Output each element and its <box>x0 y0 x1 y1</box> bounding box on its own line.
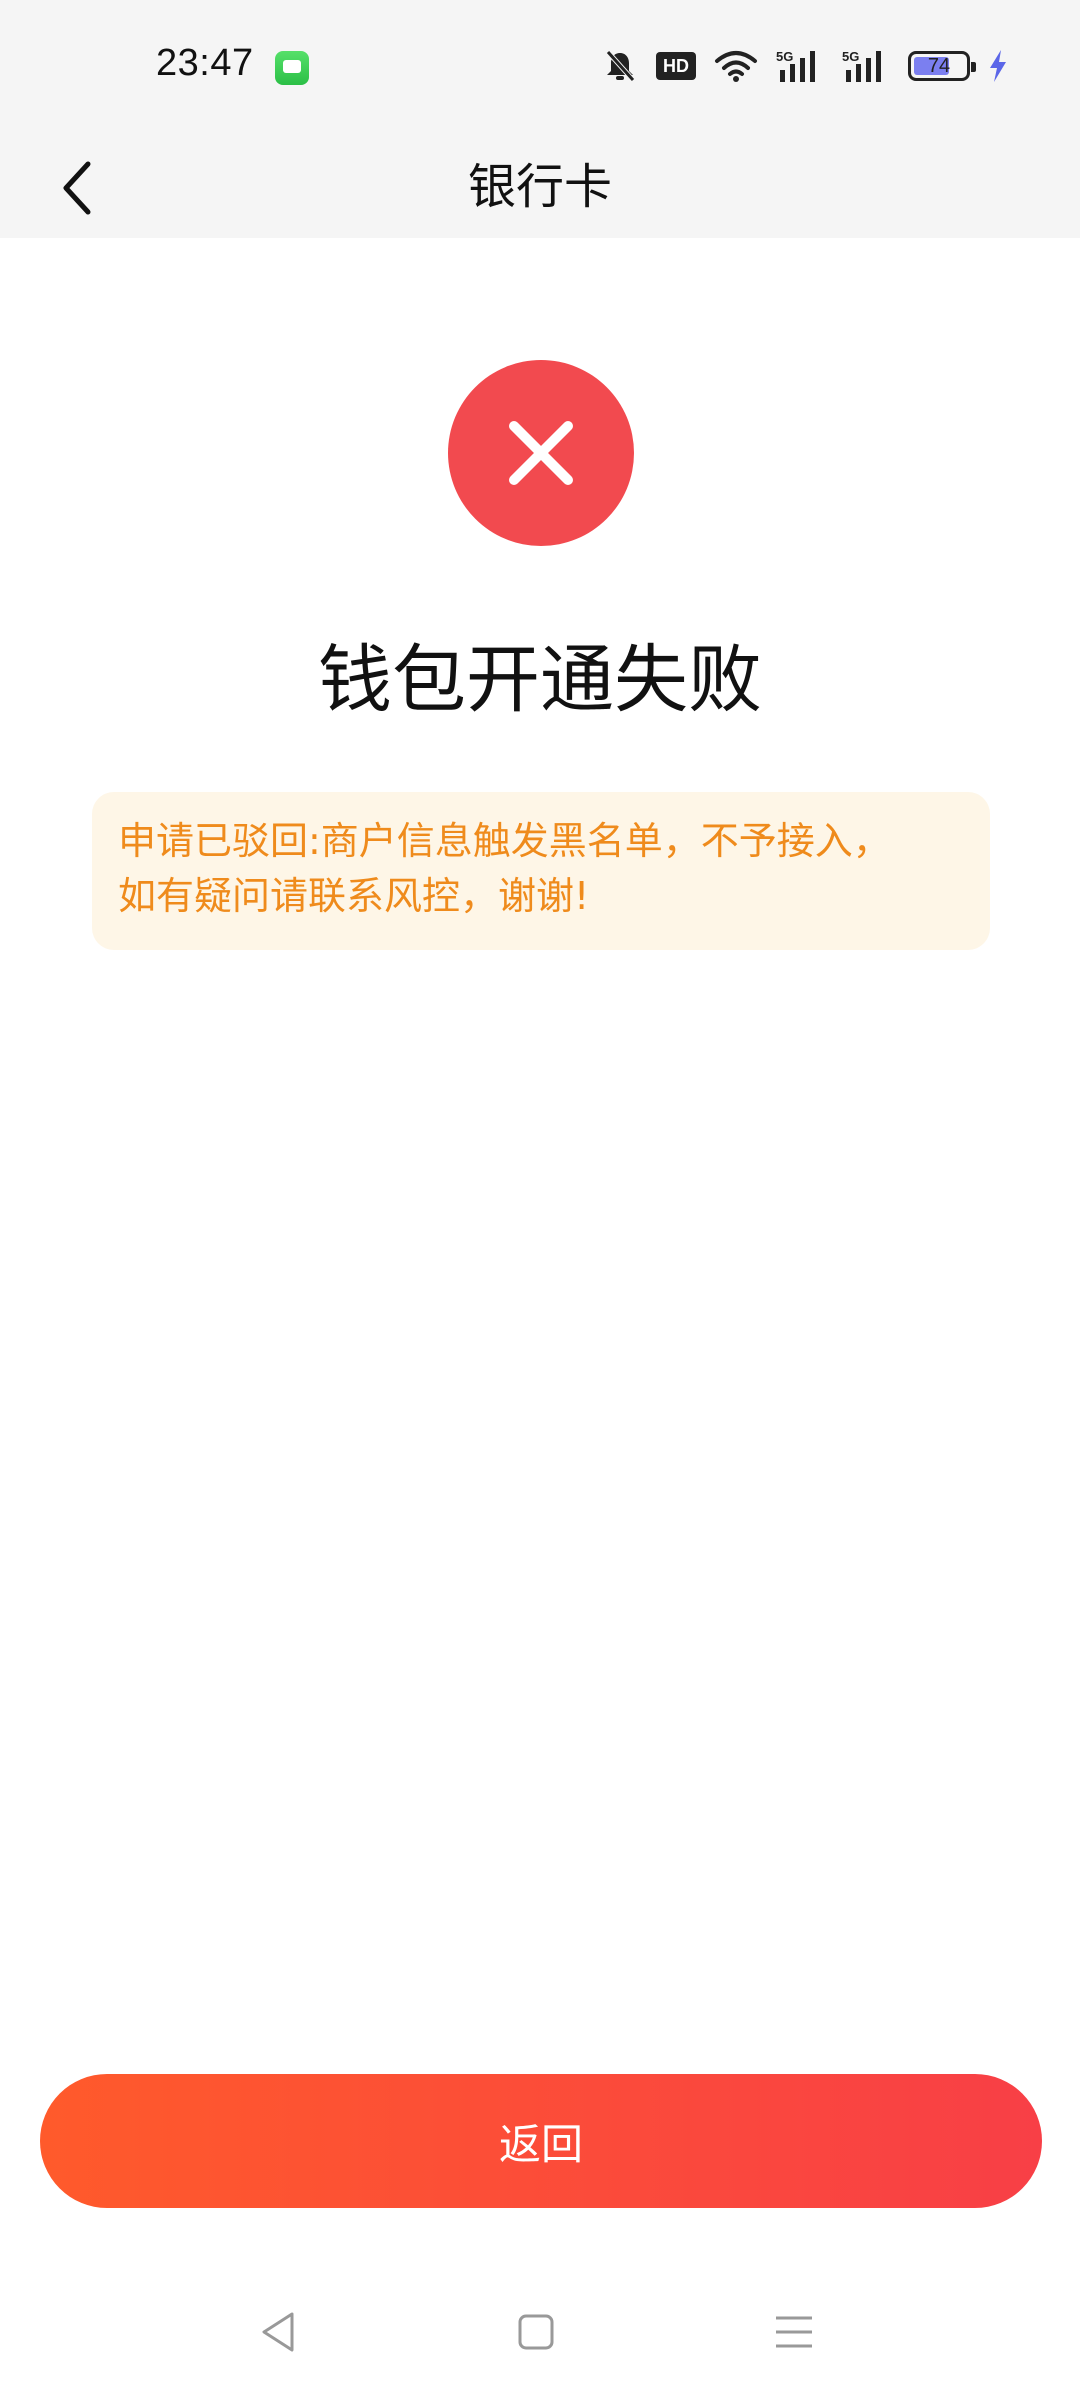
system-back-button[interactable] <box>248 2302 308 2362</box>
status-time: 23:47 <box>156 42 254 84</box>
svg-text:5G: 5G <box>776 49 793 64</box>
close-icon <box>509 421 573 485</box>
reason-line: 申请已驳回:商户信息触发黑名单，不予接入， <box>118 819 891 863</box>
return-button[interactable]: 返回 <box>40 2074 1042 2208</box>
charging-icon <box>990 50 1006 82</box>
hd-icon: HD <box>656 52 696 80</box>
back-button[interactable] <box>36 146 120 230</box>
battery-level: 74 <box>927 55 951 77</box>
system-home-button[interactable] <box>506 2302 566 2362</box>
header-bar: 银行卡 <box>0 136 1080 238</box>
status-bar: 23:47 HD 5G 5G 74 <box>0 0 1080 136</box>
status-icons: HD 5G 5G 74 <box>602 46 1008 86</box>
menu-lines-icon <box>776 2316 812 2348</box>
battery-icon: 74 <box>908 51 976 81</box>
mute-icon <box>606 50 635 82</box>
system-recents-button[interactable] <box>764 2302 824 2362</box>
system-navigation-bar <box>0 2290 1080 2370</box>
back-triangle-icon <box>262 2312 294 2352</box>
reason-line: 如有疑问请联系风控，谢谢! <box>118 874 590 918</box>
signal-5g-icon: 5G <box>842 49 881 82</box>
wifi-icon <box>715 51 757 82</box>
error-status-icon <box>448 360 634 546</box>
page-title: 银行卡 <box>467 159 612 215</box>
svg-text:5G: 5G <box>842 49 859 64</box>
signal-5g-icon: 5G <box>776 49 815 82</box>
messages-app-icon <box>275 51 309 85</box>
home-square-icon <box>518 2314 554 2350</box>
chevron-left-icon <box>63 161 91 215</box>
rejection-reason-box: 申请已驳回:商户信息触发黑名单，不予接入， 如有疑问请联系风控，谢谢! <box>92 792 990 950</box>
battery-tip <box>971 62 976 72</box>
result-title: 钱包开通失败 <box>318 637 762 723</box>
